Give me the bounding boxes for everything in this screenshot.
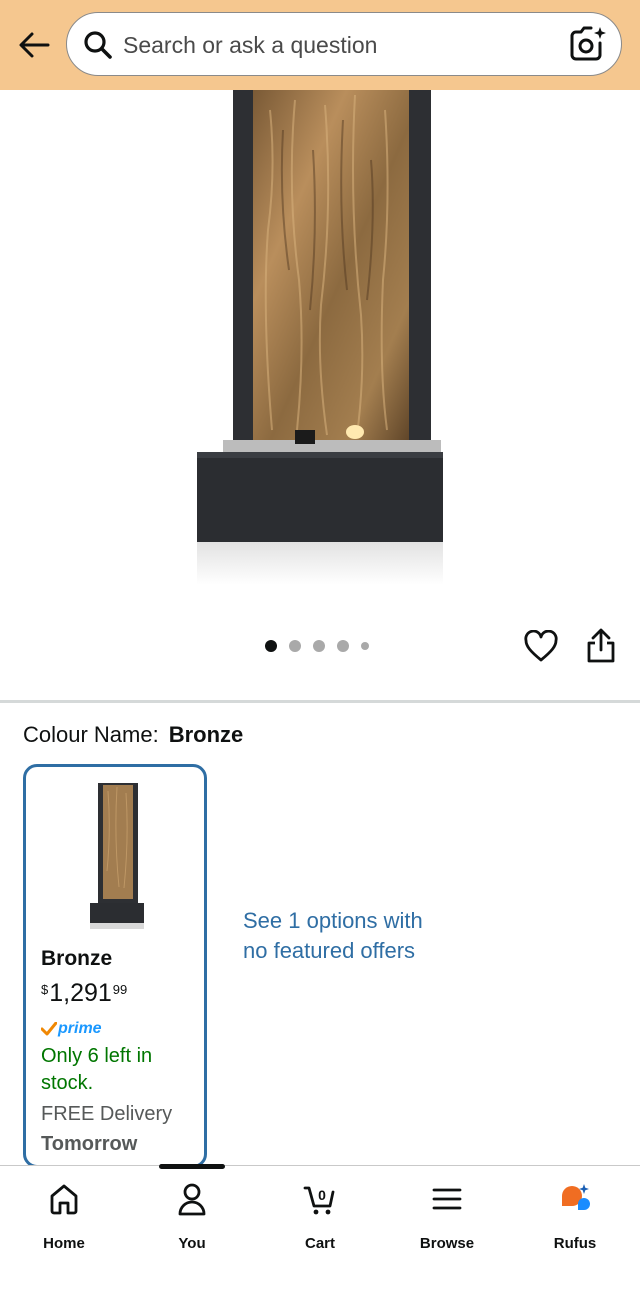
section-divider	[0, 700, 640, 703]
nav-cart-label: Cart	[304, 1235, 335, 1252]
nav-home[interactable]: Home	[14, 1180, 114, 1252]
pagination-dot[interactable]	[337, 640, 349, 652]
prime-badge: prime	[41, 1020, 102, 1038]
cart-count-badge: 0	[318, 1187, 326, 1203]
arrow-left-icon	[19, 32, 50, 58]
stock-status: Only 6 left in stock.	[41, 1045, 153, 1094]
nav-browse-label: Browse	[419, 1235, 475, 1252]
nav-home-label: Home	[43, 1235, 85, 1252]
colour-name-row: Colour Name: Bronze	[23, 722, 243, 748]
pagination-dot[interactable]	[265, 640, 277, 652]
colour-name-label: Colour Name:	[23, 722, 159, 747]
bottom-navigation: Home You 0 Cart Browse Rufus	[0, 1164, 640, 1299]
variant-card-bronze[interactable]: Bronze $1,291 99 prime Only 6 left in sto…	[23, 764, 207, 1168]
rufus-icon	[562, 1184, 590, 1210]
image-pagination-dots	[265, 640, 369, 652]
home-icon	[50, 1184, 78, 1215]
nav-rufus[interactable]: Rufus	[525, 1180, 625, 1252]
menu-icon	[432, 1188, 462, 1210]
user-icon	[178, 1183, 206, 1216]
pagination-dot[interactable]	[361, 642, 369, 650]
price-whole: 1,291	[49, 979, 112, 1007]
heart-icon[interactable]	[524, 630, 558, 664]
delivery-day: Tomorrow	[41, 1133, 138, 1155]
delivery-info: FREE Delivery Tomorrow	[41, 1099, 204, 1159]
cart-icon: 0	[303, 1186, 335, 1215]
nav-cart[interactable]: 0 Cart	[270, 1180, 370, 1252]
product-image[interactable]	[195, 90, 445, 585]
prime-check-icon	[41, 1022, 57, 1036]
nav-you[interactable]: You	[142, 1180, 242, 1252]
price-fraction: 99	[112, 982, 128, 997]
search-input[interactable]	[123, 25, 553, 65]
see-options-link[interactable]: See 1 options with no featured offers	[243, 906, 423, 966]
pagination-dot[interactable]	[289, 640, 301, 652]
camera-sparkle-icon[interactable]	[569, 26, 607, 62]
colour-name-value: Bronze	[168, 722, 244, 747]
share-icon[interactable]	[584, 628, 618, 664]
search-icon	[84, 31, 112, 59]
price-symbol: $	[41, 982, 49, 997]
nav-browse[interactable]: Browse	[397, 1180, 497, 1252]
product-image-gallery[interactable]	[0, 90, 640, 700]
nav-rufus-label: Rufus	[553, 1235, 597, 1252]
nav-you-label: You	[178, 1235, 206, 1252]
active-tab-indicator	[159, 1164, 225, 1169]
top-header	[0, 0, 640, 90]
pagination-dot[interactable]	[313, 640, 325, 652]
variant-name: Bronze	[41, 947, 113, 970]
variant-price: $1,291 99	[41, 979, 127, 1008]
search-bar[interactable]	[66, 12, 622, 76]
prime-label: prime	[58, 1020, 102, 1037]
back-button[interactable]	[14, 27, 54, 63]
delivery-text: FREE Delivery	[41, 1103, 173, 1125]
variant-thumbnail	[90, 783, 144, 929]
